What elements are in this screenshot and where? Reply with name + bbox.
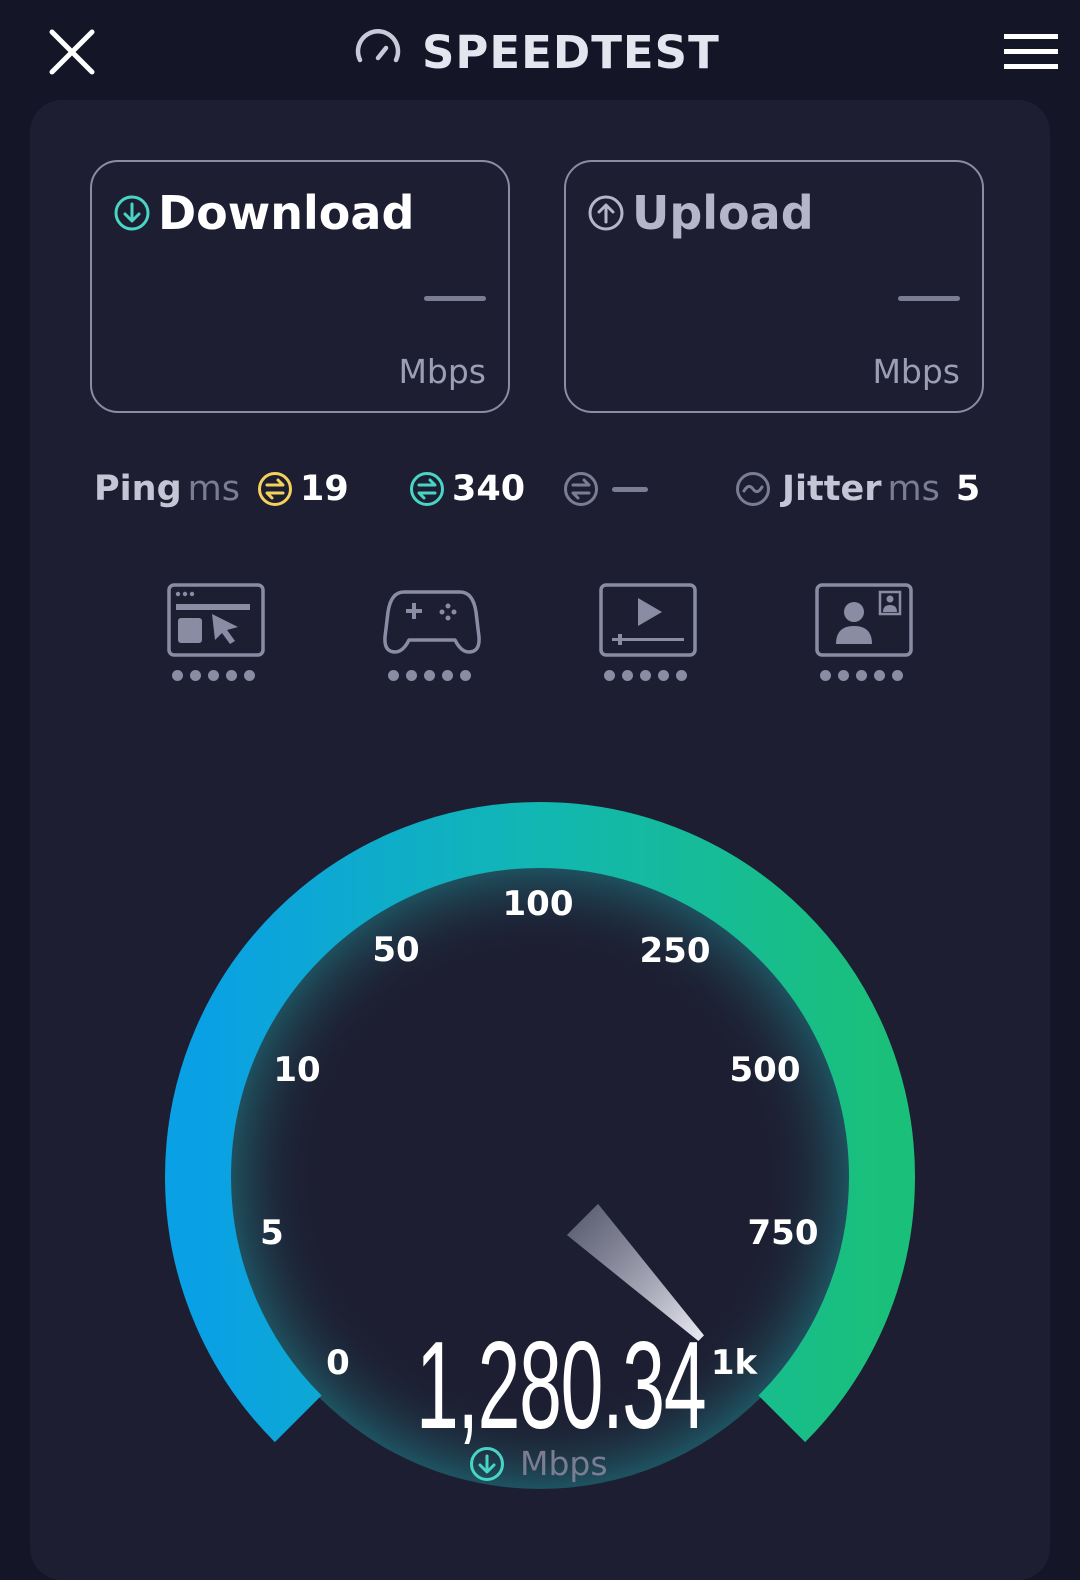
ping-download-icon (410, 472, 444, 506)
rating-dots (172, 670, 255, 681)
jitter-value: 5 (955, 469, 981, 509)
video-streaming-rating[interactable] (598, 582, 698, 692)
video-call-icon (815, 583, 913, 657)
upload-unit: Mbps (872, 352, 960, 391)
menu-button[interactable] (1002, 30, 1060, 74)
web-browsing-rating[interactable] (166, 582, 266, 692)
download-unit: Mbps (398, 352, 486, 391)
ping-idle[interactable]: Ping ms 19 (94, 462, 349, 516)
gamepad-icon (383, 590, 481, 654)
jitter[interactable]: Jitter ms 5 (734, 462, 980, 516)
download-value-placeholder (424, 296, 486, 301)
upload-result-box: Upload Mbps (564, 160, 984, 413)
hamburger-menu-icon (1004, 34, 1058, 69)
ping-label: Ping (94, 469, 182, 509)
rating-dots (388, 670, 471, 681)
latency-row: Ping ms 19 340 Jitter ms 5 (0, 462, 1080, 516)
top-bar: SPEEDTEST (0, 0, 1080, 100)
video-chat-rating[interactable] (814, 582, 914, 692)
browser-cursor-icon (167, 583, 265, 657)
close-icon (49, 29, 95, 75)
upload-arrow-icon (588, 195, 624, 231)
ping-idle-icon (257, 472, 292, 506)
rating-dots (820, 670, 903, 681)
close-button[interactable] (46, 26, 98, 78)
rating-dots (604, 670, 687, 681)
upload-label: Upload (632, 186, 814, 240)
video-player-icon (599, 583, 697, 657)
current-speed-value: 1,280.34 (416, 1317, 707, 1455)
download-arrow-icon (114, 195, 150, 231)
ping-upload[interactable] (562, 462, 648, 516)
app-title: SPEEDTEST (422, 25, 720, 79)
app-brand: SPEEDTEST (352, 22, 720, 82)
upload-value-placeholder (898, 296, 960, 301)
speed-unit-label: Mbps (520, 1444, 608, 1483)
ping-idle-value: 19 (299, 469, 349, 509)
gaming-rating[interactable] (382, 582, 482, 692)
speedometer-icon (355, 29, 401, 63)
current-speed-unit: Mbps (468, 1444, 608, 1483)
jitter-unit: ms (887, 469, 940, 509)
ping-download[interactable]: 340 (408, 462, 525, 516)
ping-unit: ms (187, 469, 240, 509)
ping-upload-placeholder (612, 486, 648, 492)
ping-upload-icon (564, 472, 598, 506)
download-label: Download (158, 186, 415, 240)
download-arrow-icon (470, 1446, 504, 1481)
jitter-wave-icon (736, 472, 770, 506)
ping-download-value: 340 (452, 469, 526, 509)
jitter-label: Jitter (782, 469, 882, 509)
download-result-box: Download Mbps (90, 160, 510, 413)
